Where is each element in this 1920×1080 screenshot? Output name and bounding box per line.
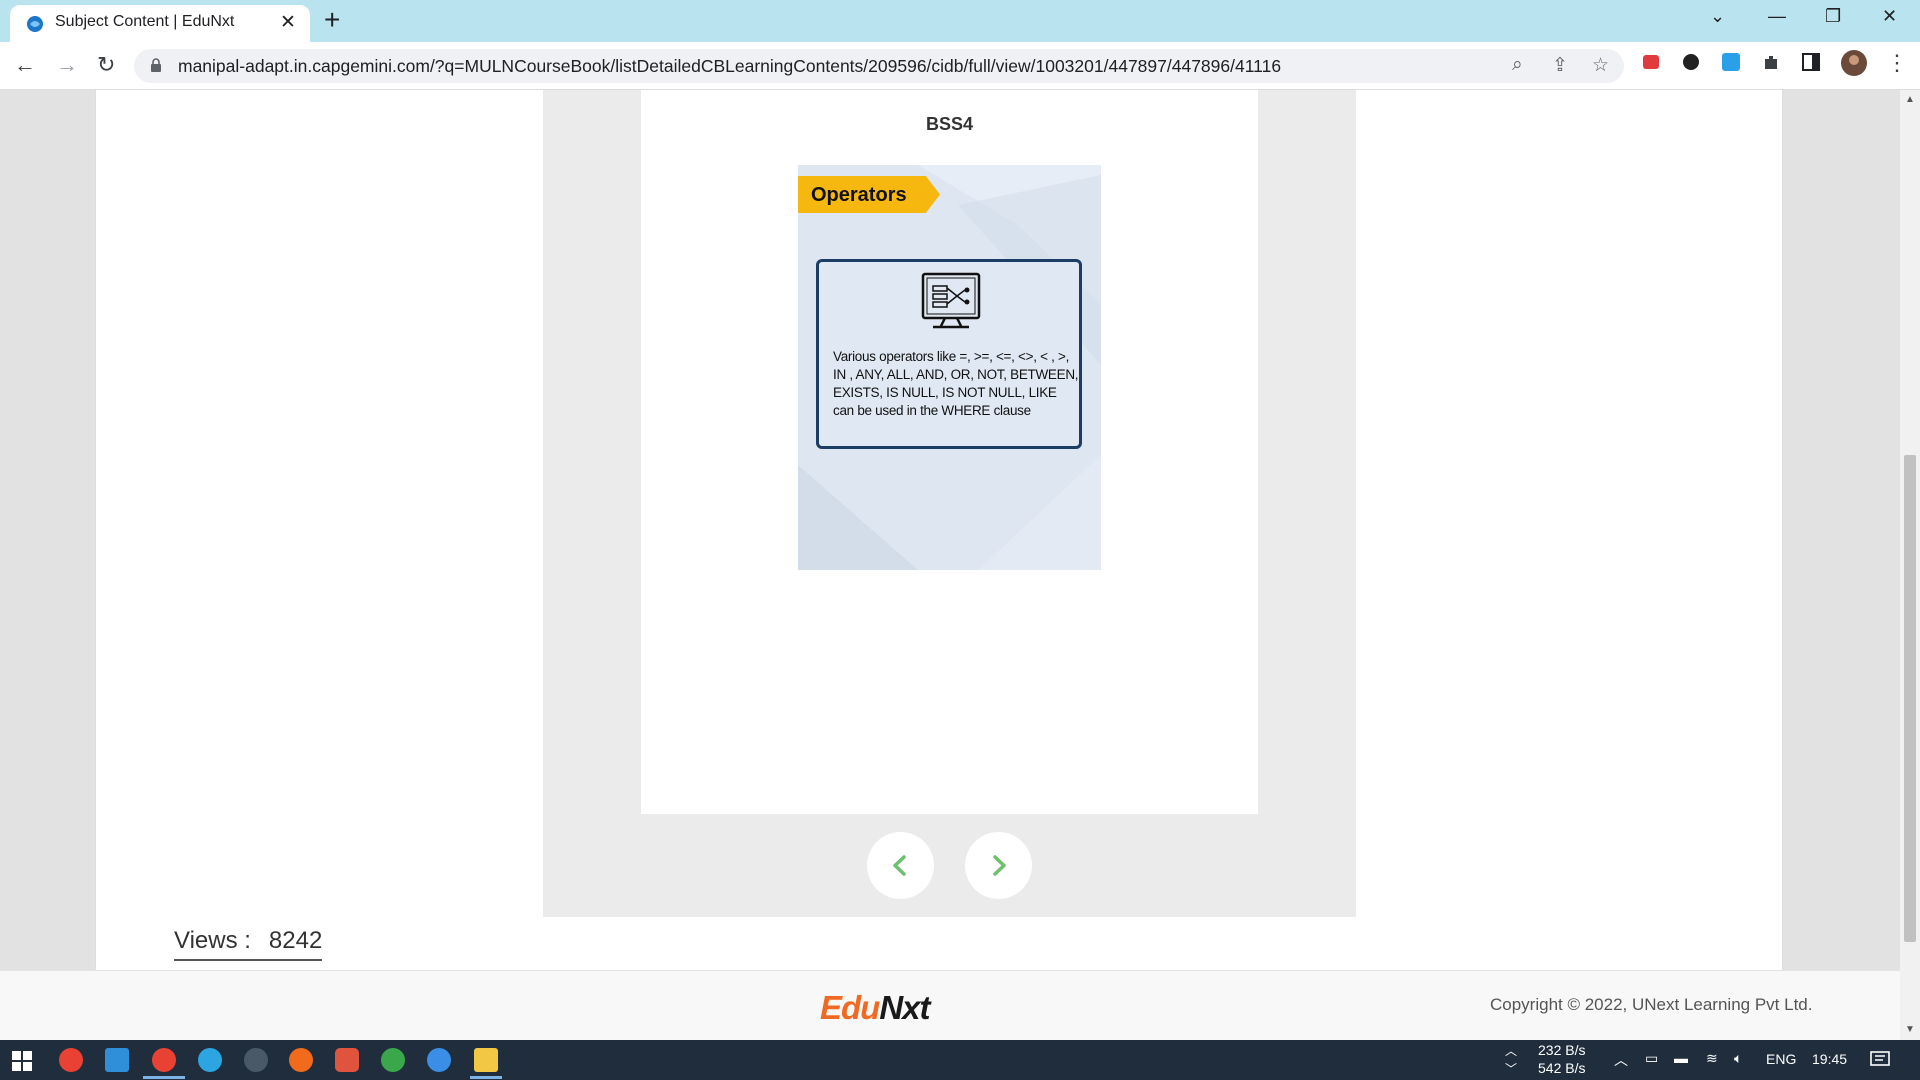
restore-button[interactable]: ❐	[1825, 6, 1841, 27]
extension-s-icon[interactable]	[1721, 52, 1741, 72]
monitor-flowchart-icon	[921, 272, 981, 329]
network-down-icon: ﹀	[1505, 1062, 1518, 1076]
telegram-taskbar-icon[interactable]	[198, 1048, 222, 1072]
zoom-icon[interactable]: ⌕	[1512, 54, 1523, 76]
clock-time[interactable]: 19:45	[1812, 1051, 1847, 1067]
views-counter: Views : 8242	[174, 927, 323, 961]
back-arrow-icon[interactable]: ←	[14, 52, 36, 78]
language-indicator[interactable]: ENG	[1766, 1051, 1796, 1067]
file-explorer-taskbar-icon[interactable]	[474, 1048, 498, 1072]
minimize-button[interactable]: —	[1768, 6, 1786, 27]
meet-now-icon[interactable]: ▭	[1645, 1050, 1658, 1067]
postman-taskbar-icon[interactable]	[289, 1048, 313, 1072]
url-text[interactable]: manipal-adapt.in.capgemini.com/?q=MULNCo…	[178, 56, 1281, 77]
browser-tab-strip: Subject Content | EduNxt ✕ + ⌄ — ❐ ✕	[0, 0, 1920, 42]
lock-icon	[151, 58, 161, 72]
open-app-indicator	[470, 1076, 502, 1079]
page-footer: EduNxt Copyright © 2022, UNext Learning …	[0, 970, 1900, 1040]
forward-arrow-icon[interactable]: →	[56, 52, 78, 78]
vscode-taskbar-icon[interactable]	[105, 1048, 129, 1072]
chrome-taskbar-icon[interactable]	[59, 1048, 83, 1072]
close-window-button[interactable]: ✕	[1882, 6, 1897, 27]
chevron-left-icon	[893, 855, 906, 876]
network-up-icon: ︿	[1505, 1044, 1518, 1058]
inkscape-taskbar-icon[interactable]	[244, 1048, 268, 1072]
tab-close-icon[interactable]: ✕	[280, 11, 296, 34]
wifi-icon[interactable]: ≋	[1706, 1050, 1718, 1067]
notification-center-icon[interactable]	[1870, 1051, 1890, 1069]
profile-avatar[interactable]	[1841, 50, 1867, 76]
extension-dark-icon[interactable]	[1681, 52, 1701, 72]
slide-tag: Operators	[798, 176, 940, 213]
tab-search-icon[interactable]: ⌄	[1710, 6, 1725, 27]
side-panel-icon[interactable]	[1801, 52, 1821, 72]
copyright-text: Copyright © 2022, UNext Learning Pvt Ltd…	[1490, 995, 1813, 1014]
scroll-up-arrow-icon[interactable]: ▲	[1905, 94, 1915, 105]
views-label: Views :	[174, 927, 251, 954]
share-icon[interactable]: ⇪	[1552, 54, 1568, 77]
browser-toolbar: ← → ↻ manipal-adapt.in.capgemini.com/?q=…	[0, 42, 1920, 90]
show-hidden-icons-icon[interactable]: ︿	[1614, 1050, 1628, 1070]
edge-taskbar-icon[interactable]	[427, 1048, 451, 1072]
extensions-puzzle-icon[interactable]	[1761, 52, 1781, 72]
scroll-down-arrow-icon[interactable]: ▼	[1905, 1024, 1915, 1035]
edunxt-logo[interactable]: EduNxt	[820, 989, 931, 1027]
scrollbar-thumb[interactable]	[1904, 455, 1916, 942]
page-viewport: BSS4 Operators Various operators like =,…	[0, 90, 1900, 1040]
p-app-taskbar-icon[interactable]	[335, 1048, 359, 1072]
volume-icon[interactable]: 🔈︎	[1734, 1050, 1742, 1067]
info-box: Various operators like =, >=, <=, <>, < …	[816, 259, 1082, 449]
new-tab-button[interactable]: +	[324, 5, 340, 35]
slide-tag-label: Operators	[811, 184, 907, 206]
slide-body-text: Various operators like =, >=, <=, <>, < …	[833, 349, 1079, 418]
windows-start-icon[interactable]	[12, 1051, 32, 1071]
address-bar[interactable]: manipal-adapt.in.capgemini.com/?q=MULNCo…	[134, 49, 1624, 83]
next-slide-button[interactable]	[965, 832, 1032, 899]
battery-icon[interactable]: ▬	[1674, 1050, 1688, 1066]
utorrent-taskbar-icon[interactable]	[381, 1048, 405, 1072]
previous-slide-button[interactable]	[867, 832, 934, 899]
chevron-right-icon	[993, 855, 1006, 876]
edunxt-favicon-icon	[27, 16, 43, 32]
network-download-speed: 542 B/s	[1538, 1060, 1586, 1076]
network-upload-speed: 232 B/s	[1538, 1042, 1586, 1058]
active-app-indicator	[143, 1076, 185, 1079]
extension-pocket-icon[interactable]	[1641, 52, 1661, 72]
views-count: 8242	[268, 927, 323, 954]
bookmark-star-icon[interactable]: ☆	[1592, 54, 1609, 77]
chrome-active-taskbar-icon[interactable]	[152, 1048, 176, 1072]
slide-image: Operators Various operators like =, >=, …	[798, 165, 1101, 570]
browser-menu-icon[interactable]: ⋮	[1886, 50, 1908, 76]
browser-tab[interactable]: Subject Content | EduNxt ✕	[10, 5, 310, 42]
reload-icon[interactable]: ↻	[97, 52, 115, 78]
slide-title: BSS4	[925, 114, 974, 134]
windows-taskbar: ︿ ﹀ 232 B/s 542 B/s ︿ ▭ ▬ ≋ 🔈︎ ENG 19:45	[0, 1040, 1920, 1080]
tab-title: Subject Content | EduNxt	[55, 13, 235, 30]
page-scrollbar[interactable]: ▲ ▼	[1900, 90, 1920, 1040]
